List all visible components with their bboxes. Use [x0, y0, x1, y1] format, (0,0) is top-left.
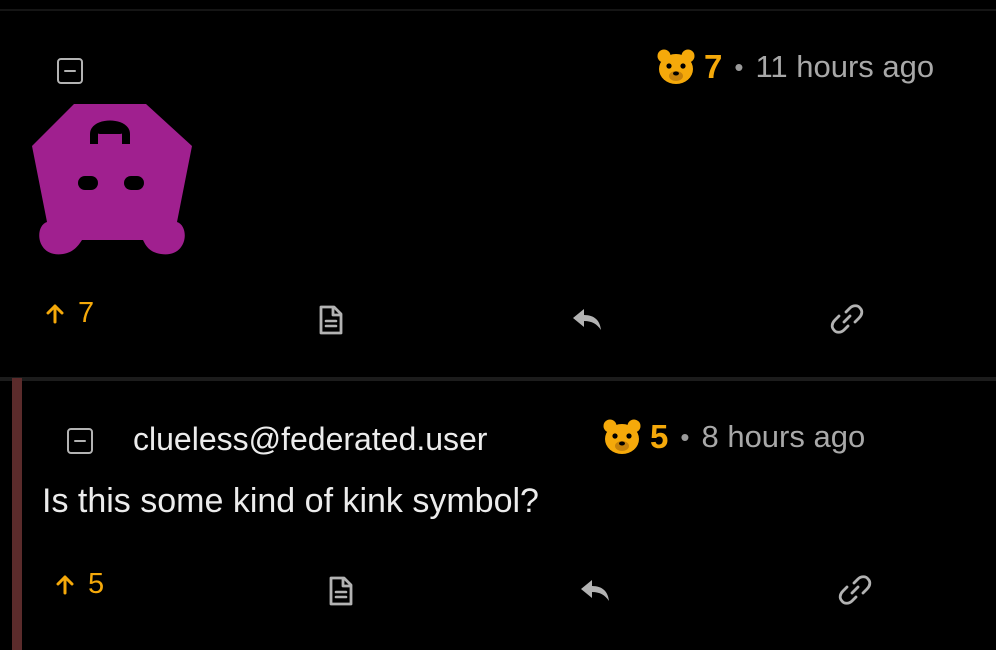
collapse-button[interactable]	[67, 428, 93, 454]
comment-score: 5	[650, 418, 669, 455]
thread-depth-bar	[12, 378, 22, 650]
link-icon[interactable]	[830, 302, 864, 336]
top-divider	[0, 9, 996, 11]
minus-icon	[74, 439, 86, 443]
comment-divider	[0, 377, 996, 381]
document-icon[interactable]	[316, 304, 346, 336]
minus-icon	[64, 69, 76, 73]
upvote-count: 5	[88, 568, 105, 600]
comment-body: Is this some kind of kink symbol?	[42, 482, 539, 520]
meta-separator: •	[680, 421, 690, 452]
link-icon[interactable]	[838, 573, 872, 607]
meta-separator: •	[734, 51, 744, 82]
document-icon[interactable]	[326, 575, 356, 607]
comment-meta: 5 • 8 hours ago	[602, 418, 865, 456]
upvote-button[interactable]: 5	[56, 568, 104, 601]
upvote-icon	[46, 304, 64, 323]
username-link[interactable]: clueless@federated.user	[133, 421, 487, 458]
bear-icon	[603, 419, 641, 454]
collapse-button[interactable]	[57, 58, 83, 84]
comment-score: 7	[704, 48, 723, 85]
purple-mask-emoji-icon	[32, 104, 192, 255]
upvote-count: 7	[78, 297, 95, 329]
comment-timestamp: 8 hours ago	[701, 419, 866, 454]
comment-meta: 7 • 11 hours ago	[656, 48, 934, 86]
comment-timestamp: 11 hours ago	[755, 49, 935, 84]
upvote-icon	[56, 575, 74, 594]
reply-icon[interactable]	[570, 305, 604, 333]
bear-icon	[657, 49, 695, 84]
upvote-button[interactable]: 7	[46, 297, 94, 330]
reply-icon[interactable]	[578, 576, 612, 604]
